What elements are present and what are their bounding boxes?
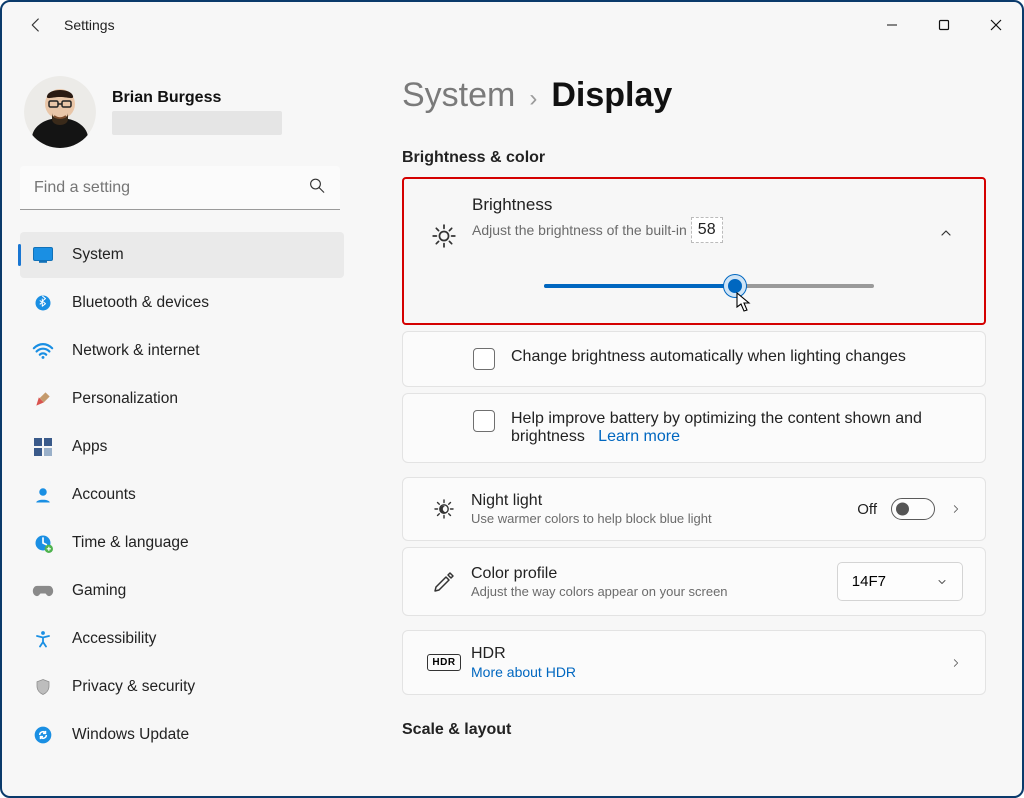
nav-bluetooth[interactable]: Bluetooth & devices — [20, 280, 344, 326]
color-profile-subtitle: Adjust the way colors appear on your scr… — [471, 584, 837, 599]
maximize-button[interactable] — [918, 4, 970, 46]
nav-accounts[interactable]: Accounts — [20, 472, 344, 518]
auto-brightness-row[interactable]: Change brightness automatically when lig… — [402, 331, 986, 387]
chevron-right-icon: › — [529, 85, 537, 113]
nav-label: Personalization — [72, 390, 178, 408]
nav-network[interactable]: Network & internet — [20, 328, 344, 374]
titlebar: Settings — [2, 2, 1022, 48]
nav-label: Network & internet — [72, 342, 200, 360]
nav-label: Accounts — [72, 486, 136, 504]
search-icon — [308, 177, 326, 200]
nav-label: System — [72, 246, 124, 264]
nav-label: Windows Update — [72, 726, 189, 744]
user-email-placeholder — [112, 111, 282, 135]
night-light-toggle[interactable] — [891, 498, 935, 520]
nav-gaming[interactable]: Gaming — [20, 568, 344, 614]
app-title: Settings — [64, 17, 115, 33]
user-name: Brian Burgess — [112, 89, 282, 107]
night-light-icon — [423, 497, 465, 521]
brightness-value-tooltip: 58 — [691, 217, 723, 243]
brightness-card[interactable]: Brightness Adjust the brightness of the … — [402, 177, 986, 325]
personalization-icon — [32, 388, 54, 410]
nav-list: System Bluetooth & devices Network & int… — [20, 232, 344, 760]
minimize-button[interactable] — [866, 4, 918, 46]
close-button[interactable] — [970, 4, 1022, 46]
color-profile-row[interactable]: Color profile Adjust the way colors appe… — [403, 548, 985, 615]
learn-more-link[interactable]: Learn more — [598, 428, 680, 445]
hdr-more-link[interactable]: More about HDR — [471, 664, 949, 680]
color-profile-title: Color profile — [471, 565, 837, 583]
brightness-title: Brightness — [472, 195, 938, 215]
apps-icon — [32, 436, 54, 458]
nav-label: Time & language — [72, 534, 189, 552]
nav-accessibility[interactable]: Accessibility — [20, 616, 344, 662]
system-icon — [32, 244, 54, 266]
sidebar: Brian Burgess System — [2, 48, 362, 796]
night-light-title: Night light — [471, 492, 857, 510]
breadcrumb: System › Display — [402, 76, 986, 115]
nav-apps[interactable]: Apps — [20, 424, 344, 470]
nav-label: Privacy & security — [72, 678, 195, 696]
nav-label: Apps — [72, 438, 107, 456]
chevron-down-icon — [936, 576, 948, 588]
nav-time-language[interactable]: Time & language — [20, 520, 344, 566]
brightness-subtitle: Adjust the brightness of the built-in — [472, 222, 687, 238]
time-language-icon — [32, 532, 54, 554]
night-light-subtitle: Use warmer colors to help block blue lig… — [471, 511, 771, 526]
accessibility-icon — [32, 628, 54, 650]
back-button[interactable] — [26, 15, 46, 35]
battery-optimize-checkbox[interactable] — [473, 410, 495, 432]
color-profile-value: 14F7 — [852, 573, 886, 590]
page-title: Display — [551, 76, 672, 115]
brightness-slider[interactable] — [544, 277, 874, 295]
color-profile-icon — [423, 570, 465, 594]
nav-label: Gaming — [72, 582, 126, 600]
privacy-icon — [32, 676, 54, 698]
battery-optimize-row[interactable]: Help improve battery by optimizing the c… — [402, 393, 986, 463]
gaming-icon — [32, 580, 54, 602]
accounts-icon — [32, 484, 54, 506]
auto-brightness-checkbox[interactable] — [473, 348, 495, 370]
nav-label: Accessibility — [72, 630, 156, 648]
hdr-icon: HDR — [423, 654, 465, 671]
chevron-right-icon[interactable] — [949, 655, 963, 671]
color-profile-dropdown[interactable]: 14F7 — [837, 562, 963, 601]
hdr-title: HDR — [471, 645, 949, 663]
nav-windows-update[interactable]: Windows Update — [20, 712, 344, 758]
windows-update-icon — [32, 724, 54, 746]
night-light-row[interactable]: Night light Use warmer colors to help bl… — [403, 478, 985, 540]
collapse-icon[interactable] — [938, 225, 958, 246]
night-light-state: Off — [857, 501, 877, 518]
section-brightness-color: Brightness & color — [402, 149, 986, 167]
section-scale-layout: Scale & layout — [402, 721, 986, 739]
search-input[interactable] — [20, 166, 340, 210]
nav-system[interactable]: System — [20, 232, 344, 278]
bluetooth-icon — [32, 292, 54, 314]
nav-label: Bluetooth & devices — [72, 294, 209, 312]
auto-brightness-label: Change brightness automatically when lig… — [511, 348, 906, 366]
hdr-row[interactable]: HDR HDR More about HDR — [403, 631, 985, 694]
breadcrumb-parent[interactable]: System — [402, 76, 515, 115]
avatar — [24, 76, 96, 148]
wifi-icon — [32, 340, 54, 362]
brightness-icon — [424, 223, 464, 249]
search-box[interactable] — [20, 166, 340, 210]
nav-personalization[interactable]: Personalization — [20, 376, 344, 422]
chevron-right-icon[interactable] — [949, 501, 963, 517]
battery-optimize-label: Help improve battery by optimizing the c… — [511, 410, 922, 445]
main-content: System › Display Brightness & color Brig… — [362, 48, 1022, 796]
user-profile[interactable]: Brian Burgess — [24, 76, 344, 148]
nav-privacy[interactable]: Privacy & security — [20, 664, 344, 710]
